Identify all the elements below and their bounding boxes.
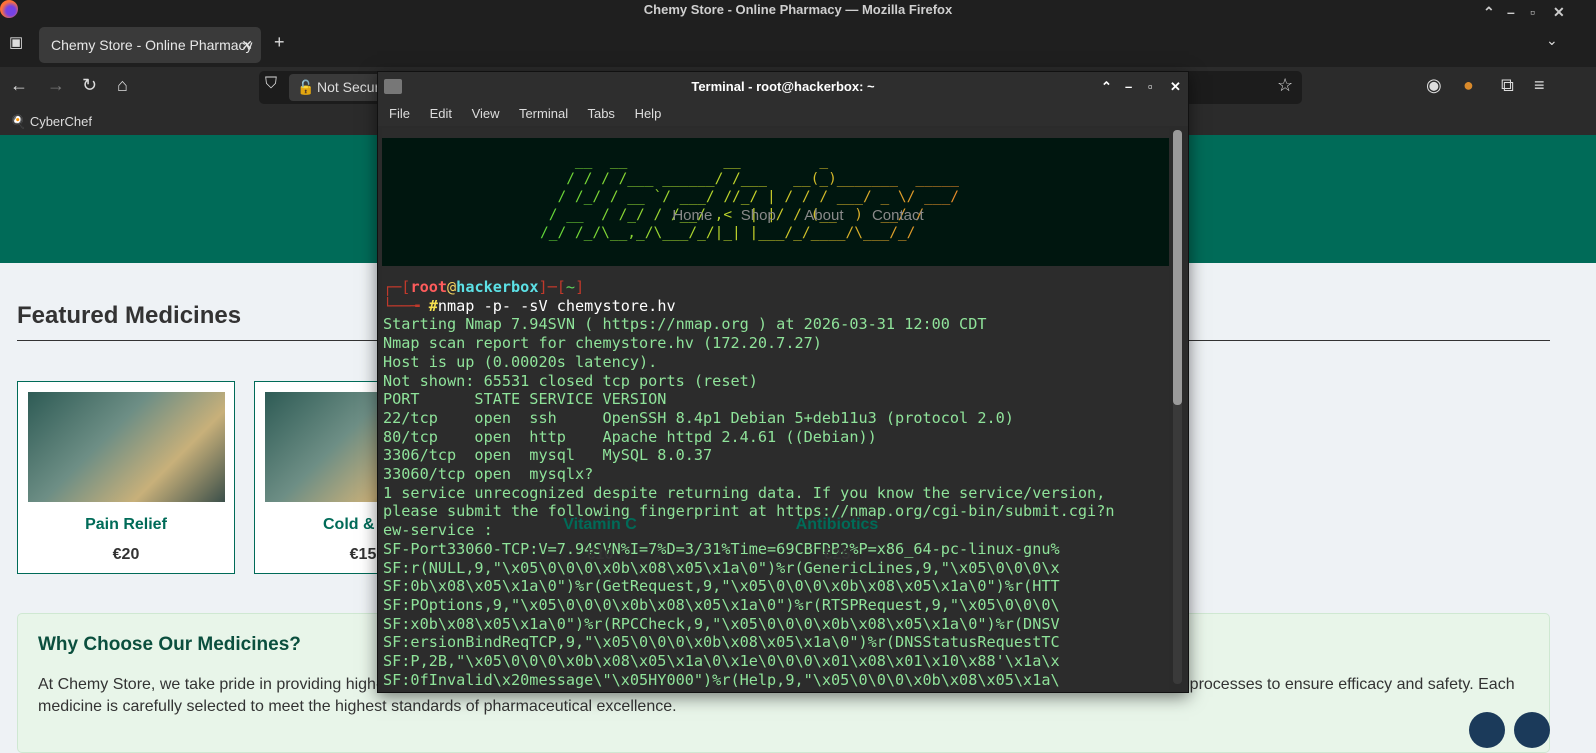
close-window-icon[interactable]: ✕: [1553, 2, 1565, 22]
shield-icon[interactable]: ⛉: [265, 75, 277, 93]
product-name: Pain Relief: [85, 516, 167, 533]
product-price: €25: [823, 546, 851, 563]
terminal-window[interactable]: Terminal - root@hackerbox: ~ ⌃ – ▫ ✕ Fil…: [377, 71, 1189, 693]
bookmark-cyberchef[interactable]: 🍳 CyberChef: [10, 114, 92, 129]
menu-edit[interactable]: Edit: [430, 106, 452, 121]
window-title: Chemy Store - Online Pharmacy — Mozilla …: [643, 2, 953, 17]
menu-help[interactable]: Help: [635, 106, 662, 121]
nav-shop[interactable]: Shop: [741, 207, 776, 224]
keep-above-icon[interactable]: ⌃: [1101, 72, 1112, 102]
terminal-title-bar[interactable]: Terminal - root@hackerbox: ~ ⌃ – ▫ ✕: [378, 72, 1188, 102]
command-line: nmap -p- -sV chemystore.hv: [437, 296, 676, 315]
tab-label: Chemy Store - Online Pharmacy: [51, 37, 253, 53]
list-tabs-icon[interactable]: ⌄: [1546, 32, 1558, 49]
forward-icon[interactable]: →: [47, 75, 65, 96]
menu-icon[interactable]: ≡: [1534, 75, 1545, 96]
prompt-host: hackerbox: [456, 278, 539, 296]
terminal-scrollbar[interactable]: [1173, 130, 1182, 684]
nav-about[interactable]: About: [804, 207, 843, 224]
close-icon[interactable]: ✕: [1170, 72, 1181, 102]
ascii-banner-text: __ __ __ _ / / / /___ ______/ /___ __(_)…: [540, 153, 960, 241]
product-price: €20: [112, 546, 140, 563]
prompt-user: root: [410, 278, 448, 296]
product-name: Antibiotics: [795, 516, 879, 533]
featured-heading: Featured Medicines: [17, 302, 242, 329]
extensions-icon[interactable]: ⧉: [1501, 75, 1514, 96]
menu-view[interactable]: View: [472, 106, 500, 121]
close-tab-icon[interactable]: ✕: [241, 27, 253, 63]
floating-button[interactable]: [1469, 712, 1505, 748]
menu-tabs[interactable]: Tabs: [587, 106, 614, 121]
floating-button[interactable]: [1514, 712, 1550, 748]
back-icon[interactable]: ←: [10, 75, 28, 96]
terminal-title: Terminal - root@hackerbox: ~: [691, 79, 875, 94]
reload-icon[interactable]: ↻: [82, 75, 97, 96]
menu-terminal[interactable]: Terminal: [519, 106, 568, 121]
maximize-icon[interactable]: ▫: [1148, 72, 1153, 102]
product-image: [27, 392, 225, 502]
bookmark-star-icon[interactable]: ☆: [1277, 75, 1293, 96]
tab-bar: ▣ Chemy Store - Online Pharmacy ✕ + ⌄: [0, 26, 1596, 67]
cookie-extension-icon[interactable]: ●: [1463, 75, 1474, 96]
terminal-app-icon: [384, 79, 402, 94]
scrollbar-thumb[interactable]: [1173, 130, 1182, 405]
firefox-logo-icon: [0, 0, 18, 18]
bookmark-label: CyberChef: [29, 114, 92, 129]
home-icon[interactable]: ⌂: [117, 75, 128, 96]
prompt-dir: ~: [565, 278, 576, 296]
window-title-bar: Chemy Store - Online Pharmacy — Mozilla …: [0, 0, 1596, 26]
keep-above-icon[interactable]: ⌃: [1483, 2, 1495, 22]
tab-chemy-store[interactable]: Chemy Store - Online Pharmacy ✕: [39, 27, 261, 63]
nav-contact[interactable]: Contact: [872, 207, 924, 224]
maximize-icon[interactable]: ▫: [1530, 2, 1535, 22]
ascii-banner: __ __ __ _ / / / /___ ______/ /___ __(_)…: [382, 138, 1169, 266]
insecure-lock-icon: 🔓: [297, 79, 315, 95]
product-price: €10: [586, 546, 614, 563]
menu-file[interactable]: File: [389, 106, 410, 121]
minimize-icon[interactable]: –: [1507, 2, 1515, 22]
minimize-icon[interactable]: –: [1125, 72, 1132, 102]
nav-home[interactable]: Home: [672, 207, 712, 224]
product-name: Vitamin C: [563, 516, 637, 533]
terminal-menu-bar: File Edit View Terminal Tabs Help: [378, 102, 1188, 126]
new-tab-icon[interactable]: +: [274, 32, 285, 53]
tab-overview-icon[interactable]: ▣: [9, 33, 23, 51]
nmap-output: Starting Nmap 7.94SVN ( https://nmap.org…: [383, 315, 1115, 689]
account-icon[interactable]: ◉: [1426, 75, 1442, 96]
product-card[interactable]: Pain Relief €20: [17, 381, 235, 574]
